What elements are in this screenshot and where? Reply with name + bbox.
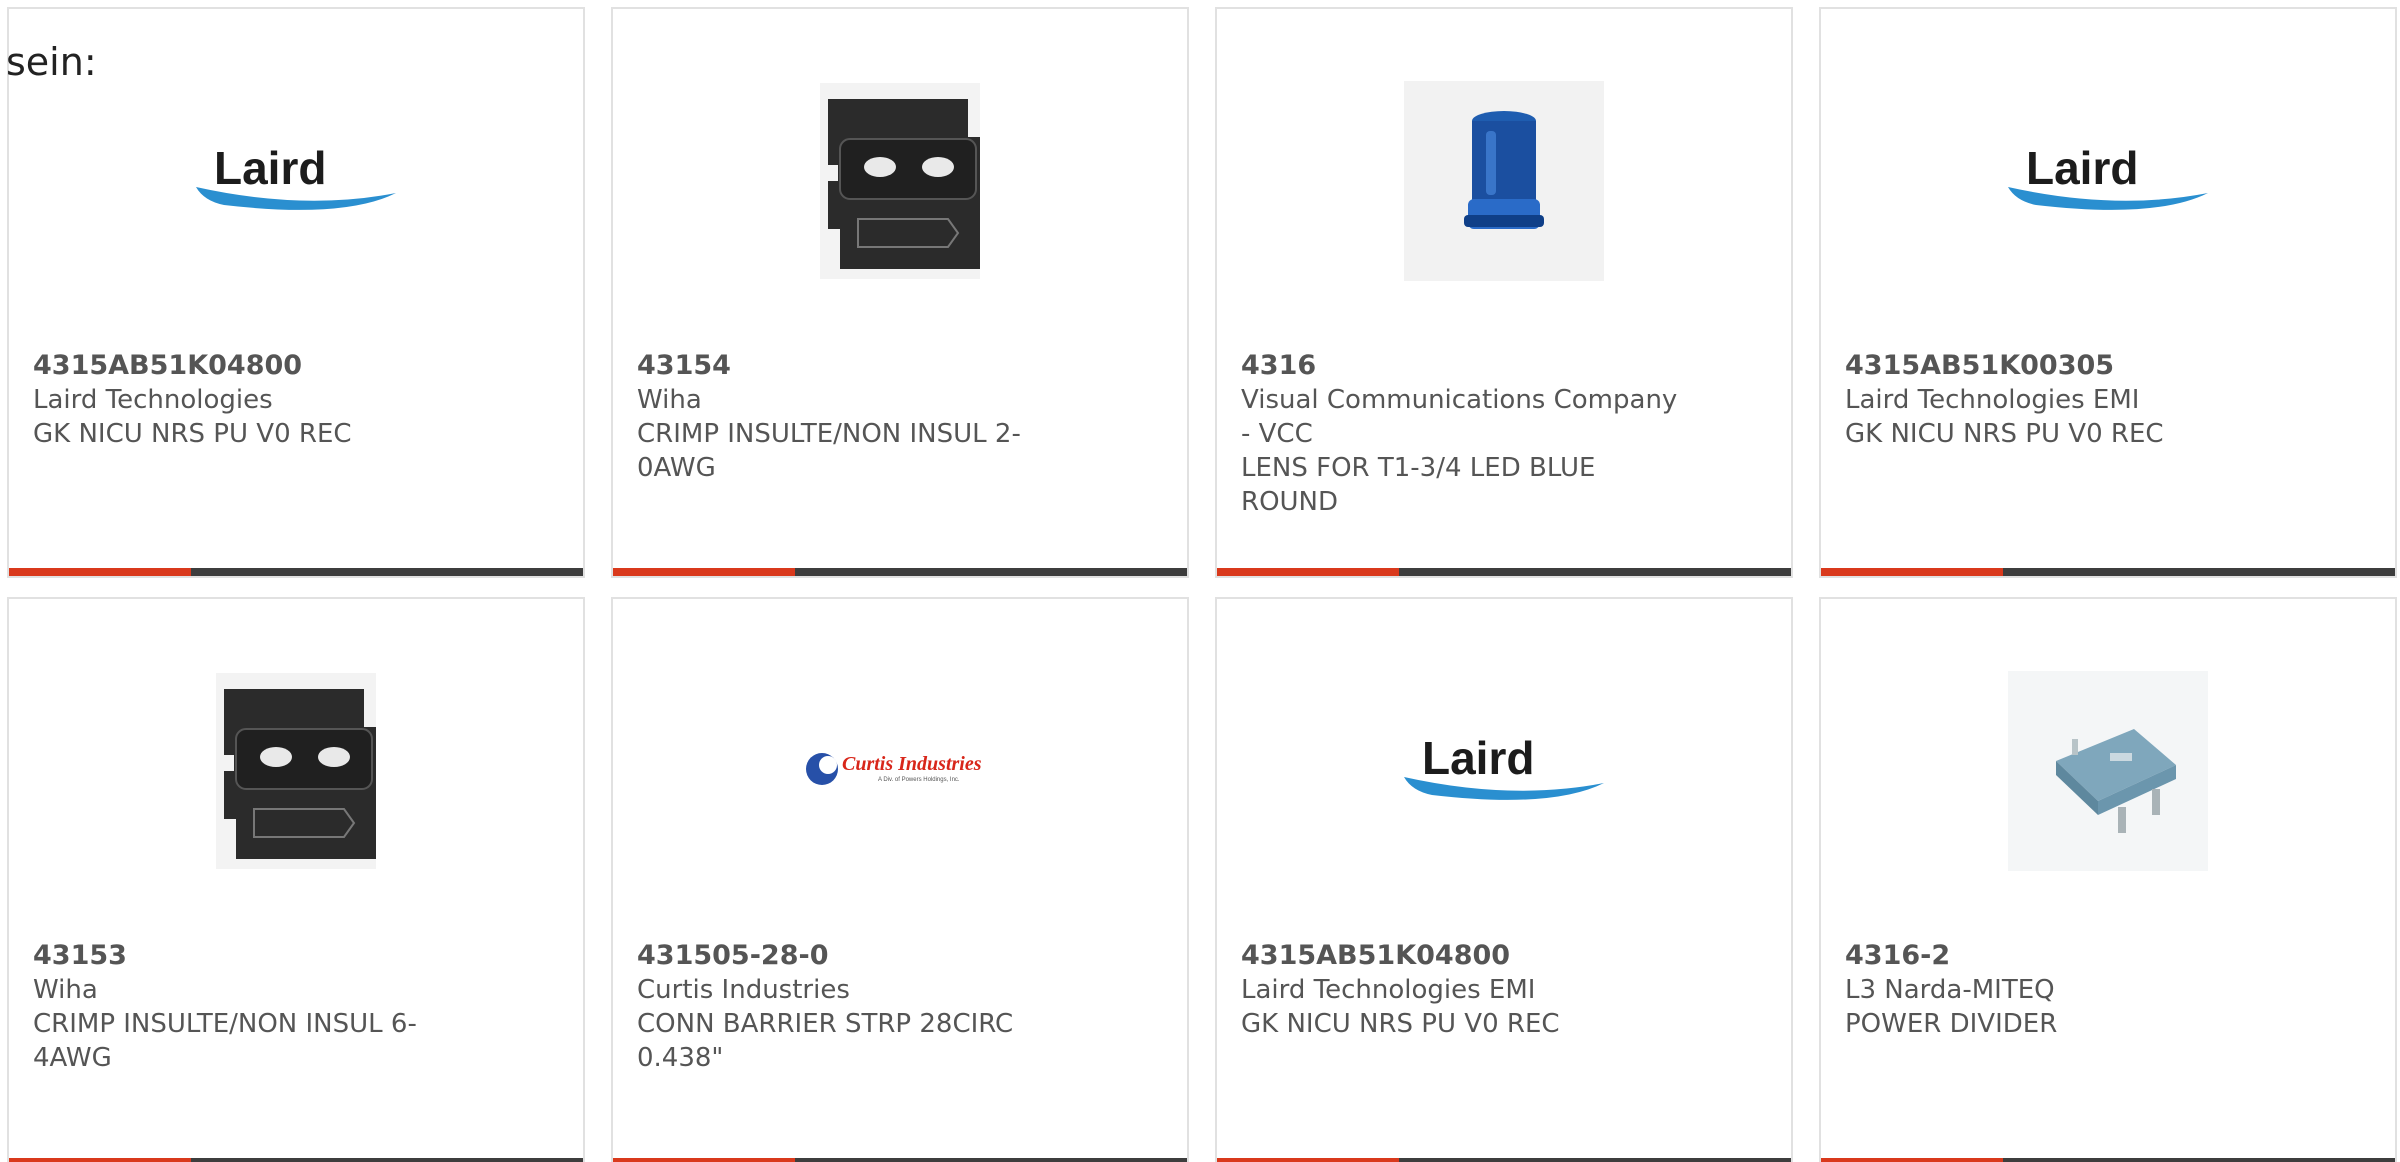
manufacturer-name: Visual Communications Company - VCC bbox=[1241, 385, 1678, 449]
part-number-link[interactable]: 431505-28-0 bbox=[637, 939, 1077, 973]
manufacturer-name: Laird Technologies EMI bbox=[1845, 385, 2140, 415]
product-card[interactable]: Laird 4315AB51K04800 Laird Technologies … bbox=[7, 7, 585, 578]
card-bottom-bar bbox=[1217, 1158, 1791, 1162]
product-card[interactable]: 43154 Wiha CRIMP INSULTE/NON INSUL 2-0AW… bbox=[611, 7, 1189, 578]
laird-logo: Laird bbox=[196, 142, 396, 210]
curtis-industries-logo: Curtis Industries A Div. of Powers Holdin… bbox=[806, 753, 982, 785]
product-grid: Laird 4315AB51K04800 Laird Technologies … bbox=[7, 7, 2400, 1162]
blue-led-lens-icon bbox=[1404, 81, 1604, 281]
crimp-die-icon bbox=[216, 673, 376, 869]
lead-text: sein: bbox=[6, 40, 97, 84]
product-description: CRIMP INSULTE/NON INSUL 2-0AWG bbox=[637, 419, 1021, 483]
part-number-link[interactable]: 43154 bbox=[637, 349, 1077, 383]
laird-logo-text: Laird bbox=[1422, 732, 1534, 784]
product-image[interactable]: Laird bbox=[194, 79, 398, 283]
product-description: GK NICU NRS PU V0 REC bbox=[1845, 419, 2164, 449]
card-accent-bar bbox=[9, 1158, 191, 1162]
product-image[interactable]: Laird bbox=[2006, 79, 2210, 283]
product-description: POWER DIVIDER bbox=[1845, 1009, 2058, 1039]
manufacturer-name: L3 Narda-MITEQ bbox=[1845, 975, 2055, 1005]
product-image[interactable] bbox=[194, 669, 398, 873]
card-bottom-bar bbox=[1821, 1158, 2395, 1162]
manufacturer-name: Wiha bbox=[637, 385, 702, 415]
card-accent-bar bbox=[1821, 568, 2003, 576]
card-accent-bar bbox=[1217, 568, 1399, 576]
part-number-link[interactable]: 4315AB51K04800 bbox=[1241, 939, 1681, 973]
product-description: LENS FOR T1-3/4 LED BLUE ROUND bbox=[1241, 453, 1596, 517]
product-card[interactable]: Curtis Industries A Div. of Powers Holdin… bbox=[611, 597, 1189, 1162]
card-bottom-bar bbox=[9, 1158, 583, 1162]
laird-logo-text: Laird bbox=[214, 142, 326, 194]
product-card[interactable]: 4316 Visual Communications Company - VCC… bbox=[1215, 7, 1793, 578]
product-info: 4316-2 L3 Narda-MITEQ POWER DIVIDER bbox=[1845, 939, 2285, 1041]
product-card[interactable]: Laird 4315AB51K04800 Laird Technologies … bbox=[1215, 597, 1793, 1162]
card-bottom-bar bbox=[1821, 568, 2395, 576]
part-number-link[interactable]: 4316 bbox=[1241, 349, 1681, 383]
product-listing-page: sein: Laird 4315AB51K04800 Laird Technol… bbox=[0, 0, 2400, 1162]
product-description: GK NICU NRS PU V0 REC bbox=[33, 419, 352, 449]
card-accent-bar bbox=[1821, 1158, 2003, 1162]
product-info: 4315AB51K04800 Laird Technologies GK NIC… bbox=[33, 349, 473, 451]
part-number-link[interactable]: 4315AB51K00305 bbox=[1845, 349, 2285, 383]
part-number-link[interactable]: 4315AB51K04800 bbox=[33, 349, 473, 383]
crimp-die-icon bbox=[820, 83, 980, 279]
curtis-logo-subtext: A Div. of Powers Holdings, Inc. bbox=[878, 777, 960, 783]
card-accent-bar bbox=[9, 568, 191, 576]
card-accent-bar bbox=[613, 1158, 795, 1162]
manufacturer-name: Wiha bbox=[33, 975, 98, 1005]
laird-logo-text: Laird bbox=[2026, 142, 2138, 194]
product-info: 4315AB51K00305 Laird Technologies EMI GK… bbox=[1845, 349, 2285, 451]
product-info: 43154 Wiha CRIMP INSULTE/NON INSUL 2-0AW… bbox=[637, 349, 1077, 485]
manufacturer-name: Laird Technologies EMI bbox=[1241, 975, 1536, 1005]
product-info: 431505-28-0 Curtis Industries CONN BARRI… bbox=[637, 939, 1077, 1075]
laird-logo: Laird bbox=[1404, 732, 1604, 800]
product-card[interactable]: 4316-2 L3 Narda-MITEQ POWER DIVIDER bbox=[1819, 597, 2397, 1162]
card-bottom-bar bbox=[613, 1158, 1187, 1162]
product-info: 43153 Wiha CRIMP INSULTE/NON INSUL 6-4AW… bbox=[33, 939, 473, 1075]
card-accent-bar bbox=[613, 568, 795, 576]
manufacturer-name: Laird Technologies bbox=[33, 385, 273, 415]
product-description: GK NICU NRS PU V0 REC bbox=[1241, 1009, 1560, 1039]
power-divider-icon bbox=[2008, 671, 2208, 871]
product-image[interactable]: Laird bbox=[1402, 669, 1606, 873]
product-image[interactable] bbox=[798, 79, 1002, 283]
card-bottom-bar bbox=[1217, 568, 1791, 576]
part-number-link[interactable]: 43153 bbox=[33, 939, 473, 973]
product-image[interactable]: Curtis Industries A Div. of Powers Holdin… bbox=[798, 669, 1002, 873]
product-description: CRIMP INSULTE/NON INSUL 6-4AWG bbox=[33, 1009, 417, 1073]
laird-logo: Laird bbox=[2008, 142, 2208, 210]
card-bottom-bar bbox=[613, 568, 1187, 576]
card-bottom-bar bbox=[9, 568, 583, 576]
product-description: CONN BARRIER STRP 28CIRC 0.438" bbox=[637, 1009, 1014, 1073]
product-card[interactable]: 43153 Wiha CRIMP INSULTE/NON INSUL 6-4AW… bbox=[7, 597, 585, 1162]
curtis-logo-text: Curtis Industries bbox=[842, 753, 982, 775]
card-accent-bar bbox=[1217, 1158, 1399, 1162]
product-card[interactable]: Laird 4315AB51K00305 Laird Technologies … bbox=[1819, 7, 2397, 578]
product-info: 4315AB51K04800 Laird Technologies EMI GK… bbox=[1241, 939, 1681, 1041]
manufacturer-name: Curtis Industries bbox=[637, 975, 850, 1005]
product-image[interactable] bbox=[2006, 669, 2210, 873]
product-image[interactable] bbox=[1402, 79, 1606, 283]
part-number-link[interactable]: 4316-2 bbox=[1845, 939, 2285, 973]
product-info: 4316 Visual Communications Company - VCC… bbox=[1241, 349, 1681, 519]
